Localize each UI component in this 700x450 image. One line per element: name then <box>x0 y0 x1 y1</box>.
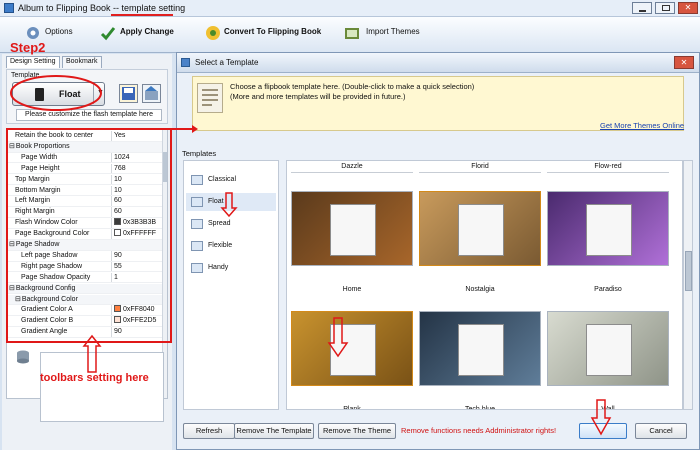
float-circle-annotation <box>10 75 102 111</box>
float-down-arrow-annotation <box>220 192 238 218</box>
annotation-overlay <box>6 75 612 436</box>
ok-down-arrow-annotation <box>590 399 612 436</box>
thumb-down-arrow-annotation <box>327 317 349 358</box>
property-box-annotation <box>6 128 172 343</box>
connector-arrow-annotation <box>192 125 198 133</box>
